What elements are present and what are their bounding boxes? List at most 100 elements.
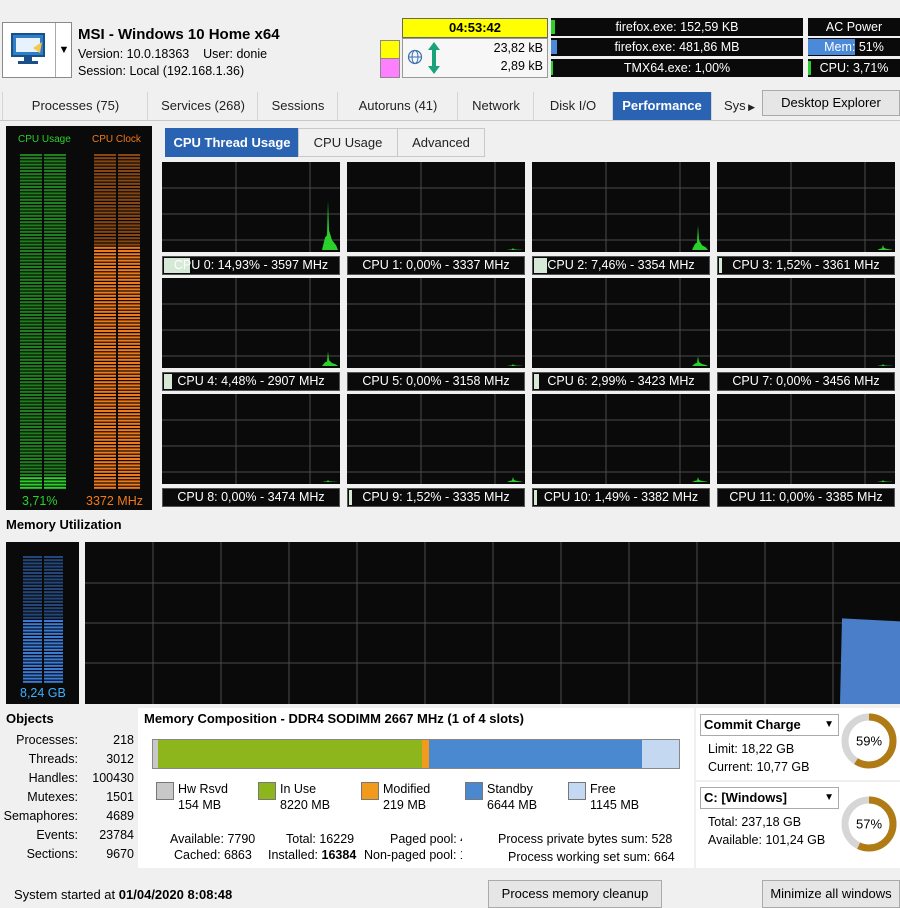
meter-segment bbox=[23, 613, 42, 616]
meter-segment bbox=[20, 310, 42, 313]
cpu-thread-label: CPU 1: 0,00% - 3337 MHz bbox=[347, 256, 525, 275]
disk-percent: 57% bbox=[856, 817, 882, 832]
meter-segment bbox=[44, 186, 66, 188]
chevron-down-icon[interactable]: ▼ bbox=[55, 23, 72, 77]
meter-segment bbox=[44, 486, 66, 489]
subtab-cpu-usage[interactable]: CPU Usage bbox=[298, 128, 398, 157]
meter-segment bbox=[44, 438, 66, 441]
meter-segment bbox=[20, 362, 42, 364]
meter-segment bbox=[44, 477, 66, 480]
meter-segment bbox=[20, 237, 42, 240]
meter-segment bbox=[20, 349, 42, 352]
tab-autoruns[interactable]: Autoruns (41) bbox=[337, 92, 458, 120]
meter-segment bbox=[44, 173, 66, 176]
meter-segment bbox=[44, 406, 66, 409]
meter-segment bbox=[23, 655, 42, 658]
meter-segment bbox=[94, 246, 116, 249]
tab-performance[interactable]: Performance bbox=[612, 92, 711, 120]
meter-segment bbox=[118, 208, 140, 211]
commit-charge-dropdown[interactable]: Commit Charge ▼ bbox=[700, 714, 839, 736]
meter-segment bbox=[118, 368, 140, 371]
meter-segment bbox=[118, 259, 140, 262]
meter-segment bbox=[44, 320, 66, 323]
meter-segment bbox=[44, 588, 63, 590]
cpu-usage-spike bbox=[692, 356, 708, 366]
meter-segment bbox=[20, 368, 42, 371]
chevron-down-icon[interactable]: ▼ bbox=[824, 715, 834, 735]
meter-segment bbox=[118, 154, 140, 156]
meter-segment bbox=[20, 272, 42, 275]
meter-segment bbox=[118, 406, 140, 409]
meter-segment bbox=[44, 374, 66, 377]
meter-segment bbox=[94, 224, 116, 227]
cpu-thread-usage-fill bbox=[534, 374, 539, 389]
chevron-right-icon[interactable]: ▶ bbox=[746, 102, 755, 112]
meter-segment bbox=[94, 333, 116, 336]
meter-segment bbox=[94, 234, 116, 236]
meter-segment bbox=[118, 435, 140, 438]
meter-segment bbox=[94, 371, 116, 374]
meter-segment bbox=[20, 240, 42, 243]
process-memory-cleanup-button[interactable]: Process memory cleanup bbox=[488, 880, 662, 908]
cpu-thread-cell: CPU 0: 14,93% - 3597 MHz bbox=[162, 162, 340, 275]
meter-segment bbox=[118, 202, 140, 204]
meter-segment bbox=[94, 362, 116, 364]
meter-segment bbox=[94, 413, 116, 416]
meter-segment bbox=[118, 179, 140, 182]
desktop-explorer-button[interactable]: Desktop Explorer bbox=[762, 90, 900, 116]
meter-segment bbox=[23, 674, 42, 677]
meter-segment bbox=[44, 272, 66, 275]
meter-segment bbox=[23, 668, 42, 670]
meter-segment bbox=[44, 157, 66, 160]
tab-services[interactable]: Services (268) bbox=[147, 92, 258, 120]
cpu-thread-graph bbox=[162, 394, 340, 484]
meter-segment bbox=[118, 470, 140, 473]
meter-segment bbox=[44, 310, 66, 313]
meter-segment bbox=[118, 323, 140, 326]
chevron-down-icon[interactable]: ▼ bbox=[824, 788, 834, 808]
meter-segment bbox=[44, 422, 66, 425]
memory-history-chart bbox=[85, 542, 900, 704]
meter-segment bbox=[20, 221, 42, 224]
meter-segment bbox=[44, 397, 66, 400]
computer-selector[interactable]: ▼ bbox=[2, 22, 72, 78]
meter-segment bbox=[118, 176, 140, 179]
meter-segment bbox=[20, 355, 42, 358]
meter-segment bbox=[118, 298, 140, 300]
meter-segment bbox=[94, 438, 116, 441]
meter-segment bbox=[118, 314, 140, 316]
tab-processes[interactable]: Processes (75) bbox=[2, 92, 148, 120]
meter-segment bbox=[118, 346, 140, 348]
meter-segment bbox=[44, 224, 66, 227]
tab-disk-io[interactable]: Disk I/O bbox=[533, 92, 612, 120]
meter-segment bbox=[118, 224, 140, 227]
meter-segment bbox=[118, 256, 140, 259]
meter-segment bbox=[20, 342, 42, 345]
meter-segment bbox=[118, 304, 140, 307]
tab-network[interactable]: Network bbox=[457, 92, 534, 120]
meter-segment bbox=[94, 160, 116, 163]
meter-segment bbox=[20, 358, 42, 361]
subtab-advanced[interactable]: Advanced bbox=[397, 128, 485, 157]
meter-segment bbox=[23, 597, 42, 600]
cpu-thread-graph bbox=[347, 394, 525, 484]
memory-composition-title: Memory Composition - DDR4 SODIMM 2667 MH… bbox=[144, 711, 524, 726]
meter-segment bbox=[94, 166, 116, 169]
meter-segment bbox=[44, 314, 66, 316]
globe-icon bbox=[407, 49, 423, 65]
meter-segment bbox=[44, 384, 66, 387]
meter-segment bbox=[118, 301, 140, 304]
cpu-usage-spike bbox=[692, 225, 708, 250]
meter-segment bbox=[23, 677, 42, 680]
meter-segment bbox=[23, 556, 42, 558]
meter-segment bbox=[44, 202, 66, 204]
disk-dropdown[interactable]: C: [Windows] ▼ bbox=[700, 787, 839, 809]
tab-sessions[interactable]: Sessions bbox=[257, 92, 338, 120]
tab-system[interactable]: Sys ▶ bbox=[711, 92, 757, 120]
meter-segment bbox=[20, 160, 42, 163]
meter-segment bbox=[118, 381, 140, 384]
subtab-cpu-thread-usage[interactable]: CPU Thread Usage bbox=[165, 128, 299, 157]
meter-segment bbox=[94, 291, 116, 294]
meter-segment bbox=[118, 333, 140, 336]
minimize-all-windows-button[interactable]: Minimize all windows bbox=[762, 880, 900, 908]
